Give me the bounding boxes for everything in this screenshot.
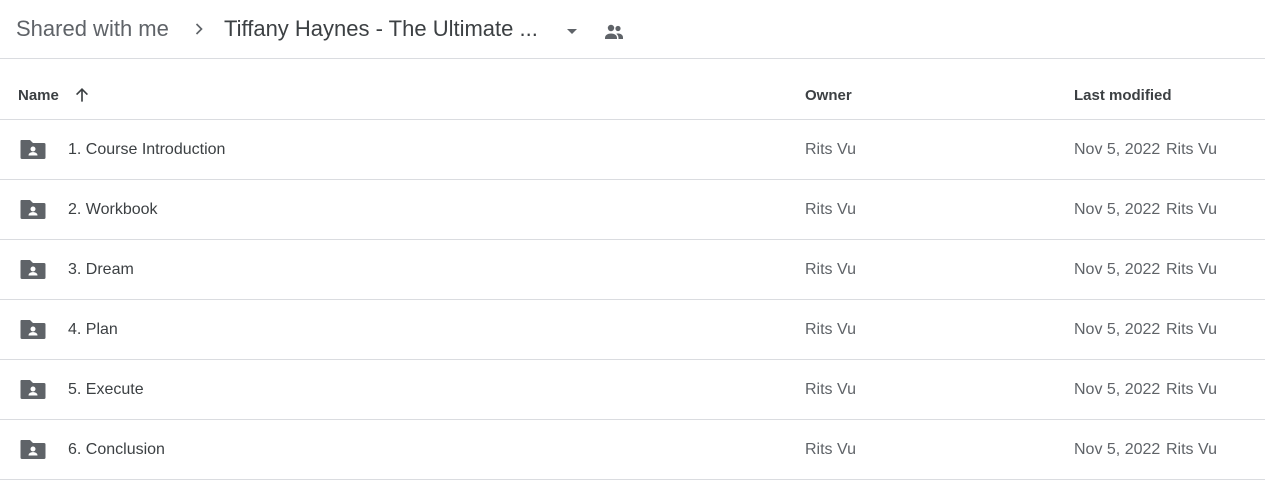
shared-people-icon	[605, 24, 623, 39]
column-header-name[interactable]: Name	[18, 87, 59, 104]
file-owner: Rits Vu	[805, 321, 856, 338]
breadcrumb-shared-with-me[interactable]: Shared with me	[16, 15, 169, 43]
sort-arrow-up-icon[interactable]	[72, 85, 92, 105]
file-owner: Rits Vu	[805, 441, 856, 458]
table-row[interactable]: 1. Course Introduction Rits Vu Nov 5, 20…	[0, 120, 1265, 180]
column-header-row: Name Owner Last modified	[0, 60, 1265, 120]
table-row[interactable]: 6. Conclusion Rits Vu Nov 5, 2022 Rits V…	[0, 420, 1265, 480]
chevron-right-icon	[195, 23, 203, 35]
file-modified-date: Nov 5, 2022	[1074, 381, 1161, 398]
file-modified-date: Nov 5, 2022	[1074, 441, 1161, 458]
breadcrumb-bar: Shared with me Tiffany Haynes - The Ulti…	[0, 0, 1265, 59]
caret-down-icon[interactable]	[560, 19, 584, 43]
file-name: 3. Dream	[68, 261, 134, 278]
file-name: 6. Conclusion	[68, 441, 165, 458]
file-modified-by: Rits Vu	[1166, 201, 1217, 218]
file-modified-date: Nov 5, 2022	[1074, 201, 1161, 218]
file-modified-date: Nov 5, 2022	[1074, 261, 1161, 278]
shared-folder-icon	[20, 260, 46, 279]
file-list: 1. Course Introduction Rits Vu Nov 5, 20…	[0, 120, 1265, 480]
table-row[interactable]: 2. Workbook Rits Vu Nov 5, 2022 Rits Vu	[0, 180, 1265, 240]
shared-folder-icon	[20, 440, 46, 459]
file-name: 1. Course Introduction	[68, 141, 226, 158]
file-modified-date: Nov 5, 2022	[1074, 321, 1161, 338]
file-owner: Rits Vu	[805, 381, 856, 398]
shared-folder-icon	[20, 320, 46, 339]
shared-folder-icon	[20, 140, 46, 159]
file-modified-by: Rits Vu	[1166, 381, 1217, 398]
table-row[interactable]: 4. Plan Rits Vu Nov 5, 2022 Rits Vu	[0, 300, 1265, 360]
file-modified-date: Nov 5, 2022	[1074, 141, 1161, 158]
file-owner: Rits Vu	[805, 261, 856, 278]
column-header-owner[interactable]: Owner	[805, 87, 852, 104]
column-header-last-modified[interactable]: Last modified	[1074, 87, 1172, 104]
file-name: 5. Execute	[68, 381, 144, 398]
file-owner: Rits Vu	[805, 141, 856, 158]
file-name: 4. Plan	[68, 321, 118, 338]
table-row[interactable]: 3. Dream Rits Vu Nov 5, 2022 Rits Vu	[0, 240, 1265, 300]
shared-folder-icon	[20, 380, 46, 399]
breadcrumb-current-folder[interactable]: Tiffany Haynes - The Ultimate ...	[224, 15, 538, 43]
file-owner: Rits Vu	[805, 201, 856, 218]
file-modified-by: Rits Vu	[1166, 261, 1217, 278]
file-modified-by: Rits Vu	[1166, 141, 1217, 158]
table-row[interactable]: 5. Execute Rits Vu Nov 5, 2022 Rits Vu	[0, 360, 1265, 420]
file-modified-by: Rits Vu	[1166, 441, 1217, 458]
shared-folder-icon	[20, 200, 46, 219]
file-name: 2. Workbook	[68, 201, 158, 218]
file-modified-by: Rits Vu	[1166, 321, 1217, 338]
